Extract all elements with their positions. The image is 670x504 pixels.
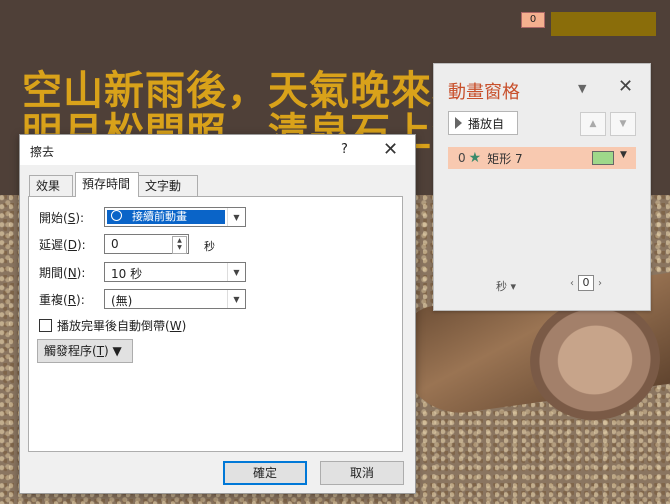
triggers-label-tail: ) [104,344,109,358]
delay-value: 0 [111,237,119,251]
animation-pane: 動畫窗格 ▼ ✕ 播放自 ▲ ▼ 0 ★ 矩形 7 ▼ 秒 ▾ ‹ 0 › [433,63,651,311]
down-arrow-icon: ▼ [619,119,627,129]
up-arrow-icon: ▲ [589,119,597,129]
triggers-button[interactable]: 觸發程序(T) ▼ [37,339,133,363]
delay-label-key: D [67,238,77,252]
delay-stepper[interactable]: 0 ▲ ▼ [104,234,189,254]
pane-options-chevron-icon[interactable]: ▼ [578,82,586,95]
play-from-button[interactable]: 播放自 [448,111,518,135]
start-label-text: 開始( [39,211,68,225]
dialog-titlebar[interactable]: 擦去 ? ✕ [20,135,415,165]
duration-label-text: 期間( [39,266,68,280]
timeline-zoom[interactable]: ‹ 0 › [570,275,602,291]
duration-label-key: N [67,266,77,280]
duration-value: 10 秒 [111,267,143,281]
timing-tab-panel: 開始(S): 接續前動畫 ▼ 延遲(D): 0 ▲ ▼ 秒 期間(N): 10 秒… [28,196,403,452]
seconds-label: 秒 [496,280,507,293]
seconds-timeline-menu[interactable]: 秒 ▾ [496,278,516,294]
animation-order-tag[interactable]: 0 [521,12,545,28]
expand-arrow-icon: ▼ [112,344,122,358]
duration-select[interactable]: 10 秒 ▼ [104,262,246,282]
dialog-close-icon[interactable]: ✕ [383,139,398,160]
star-icon: ★ [468,150,482,166]
rewind-checkbox[interactable] [39,319,52,332]
dialog-title: 擦去 [30,145,55,159]
pane-title: 動畫窗格 [448,82,520,103]
start-selected-value: 接續前動畫 [107,210,225,224]
animation-item-name: 矩形 7 [487,151,523,166]
wipe-dialog: 擦去 ? ✕ 效果 預存時間 文字動畫 開始(S): 接續前動畫 ▼ 延遲(D)… [19,134,416,494]
animation-timing-bar[interactable] [592,151,614,165]
chevron-down-icon[interactable]: ▼ [227,290,245,308]
delay-label-text: 延遲( [39,238,68,252]
tab-timing[interactable]: 預存時間 [75,172,139,197]
start-select[interactable]: 接續前動畫 ▼ [104,207,246,227]
close-icon[interactable]: ✕ [618,76,633,97]
move-down-button[interactable]: ▼ [610,112,636,136]
gold-rectangle-shape[interactable] [551,12,656,36]
play-icon [455,117,462,129]
stepper-arrows-icon[interactable]: ▲ ▼ [172,236,187,254]
repeat-label-tail: ): [76,293,85,307]
rewind-label-tail: ) [181,319,187,333]
ok-button[interactable]: 確定 [223,461,307,485]
chevron-down-icon[interactable]: ▼ [227,208,245,226]
duration-label-tail: ): [76,266,86,280]
repeat-label-key: R [67,293,77,307]
delay-label: 延遲(D): [39,236,86,253]
animation-list-item[interactable]: 0 ★ 矩形 7 ▼ [448,147,636,169]
repeat-label-text: 重複( [39,293,68,307]
zoom-value: 0 [578,275,594,291]
move-up-button[interactable]: ▲ [580,112,606,136]
tab-effect[interactable]: 效果 [29,175,73,196]
zoom-left-arrow-icon[interactable]: ‹ [570,278,574,289]
zoom-right-arrow-icon[interactable]: › [598,278,602,289]
cancel-button[interactable]: 取消 [320,461,404,485]
rewind-label-key: W [169,319,182,333]
duration-label: 期間(N): [39,264,85,281]
tab-text-animation[interactable]: 文字動畫 [138,175,198,214]
triggers-label-text: 觸發程序( [44,344,97,358]
start-label: 開始(S): [39,209,84,226]
delay-label-tail: ): [76,238,86,252]
rewind-label: 播放完畢後自動倒帶(W) [57,317,186,334]
item-dropdown-chevron-icon[interactable]: ▼ [620,150,627,160]
animation-item-number: 0 [458,151,466,165]
start-label-tail: ): [75,211,85,225]
rewind-checkbox-row[interactable]: 播放完畢後自動倒帶(W) [39,317,186,334]
repeat-value: (無) [111,294,133,308]
delay-unit: 秒 [204,240,215,253]
play-from-label: 播放自 [468,116,505,131]
repeat-select[interactable]: (無) ▼ [104,289,246,309]
help-button[interactable]: ? [341,142,348,157]
start-value: 接續前動畫 [132,210,187,223]
repeat-label: 重複(R): [39,291,85,308]
chevron-down-icon[interactable]: ▼ [227,263,245,281]
rewind-label-text: 播放完畢後自動倒帶( [57,319,170,333]
triggers-label-key: T [96,344,105,358]
clock-icon [111,210,122,221]
